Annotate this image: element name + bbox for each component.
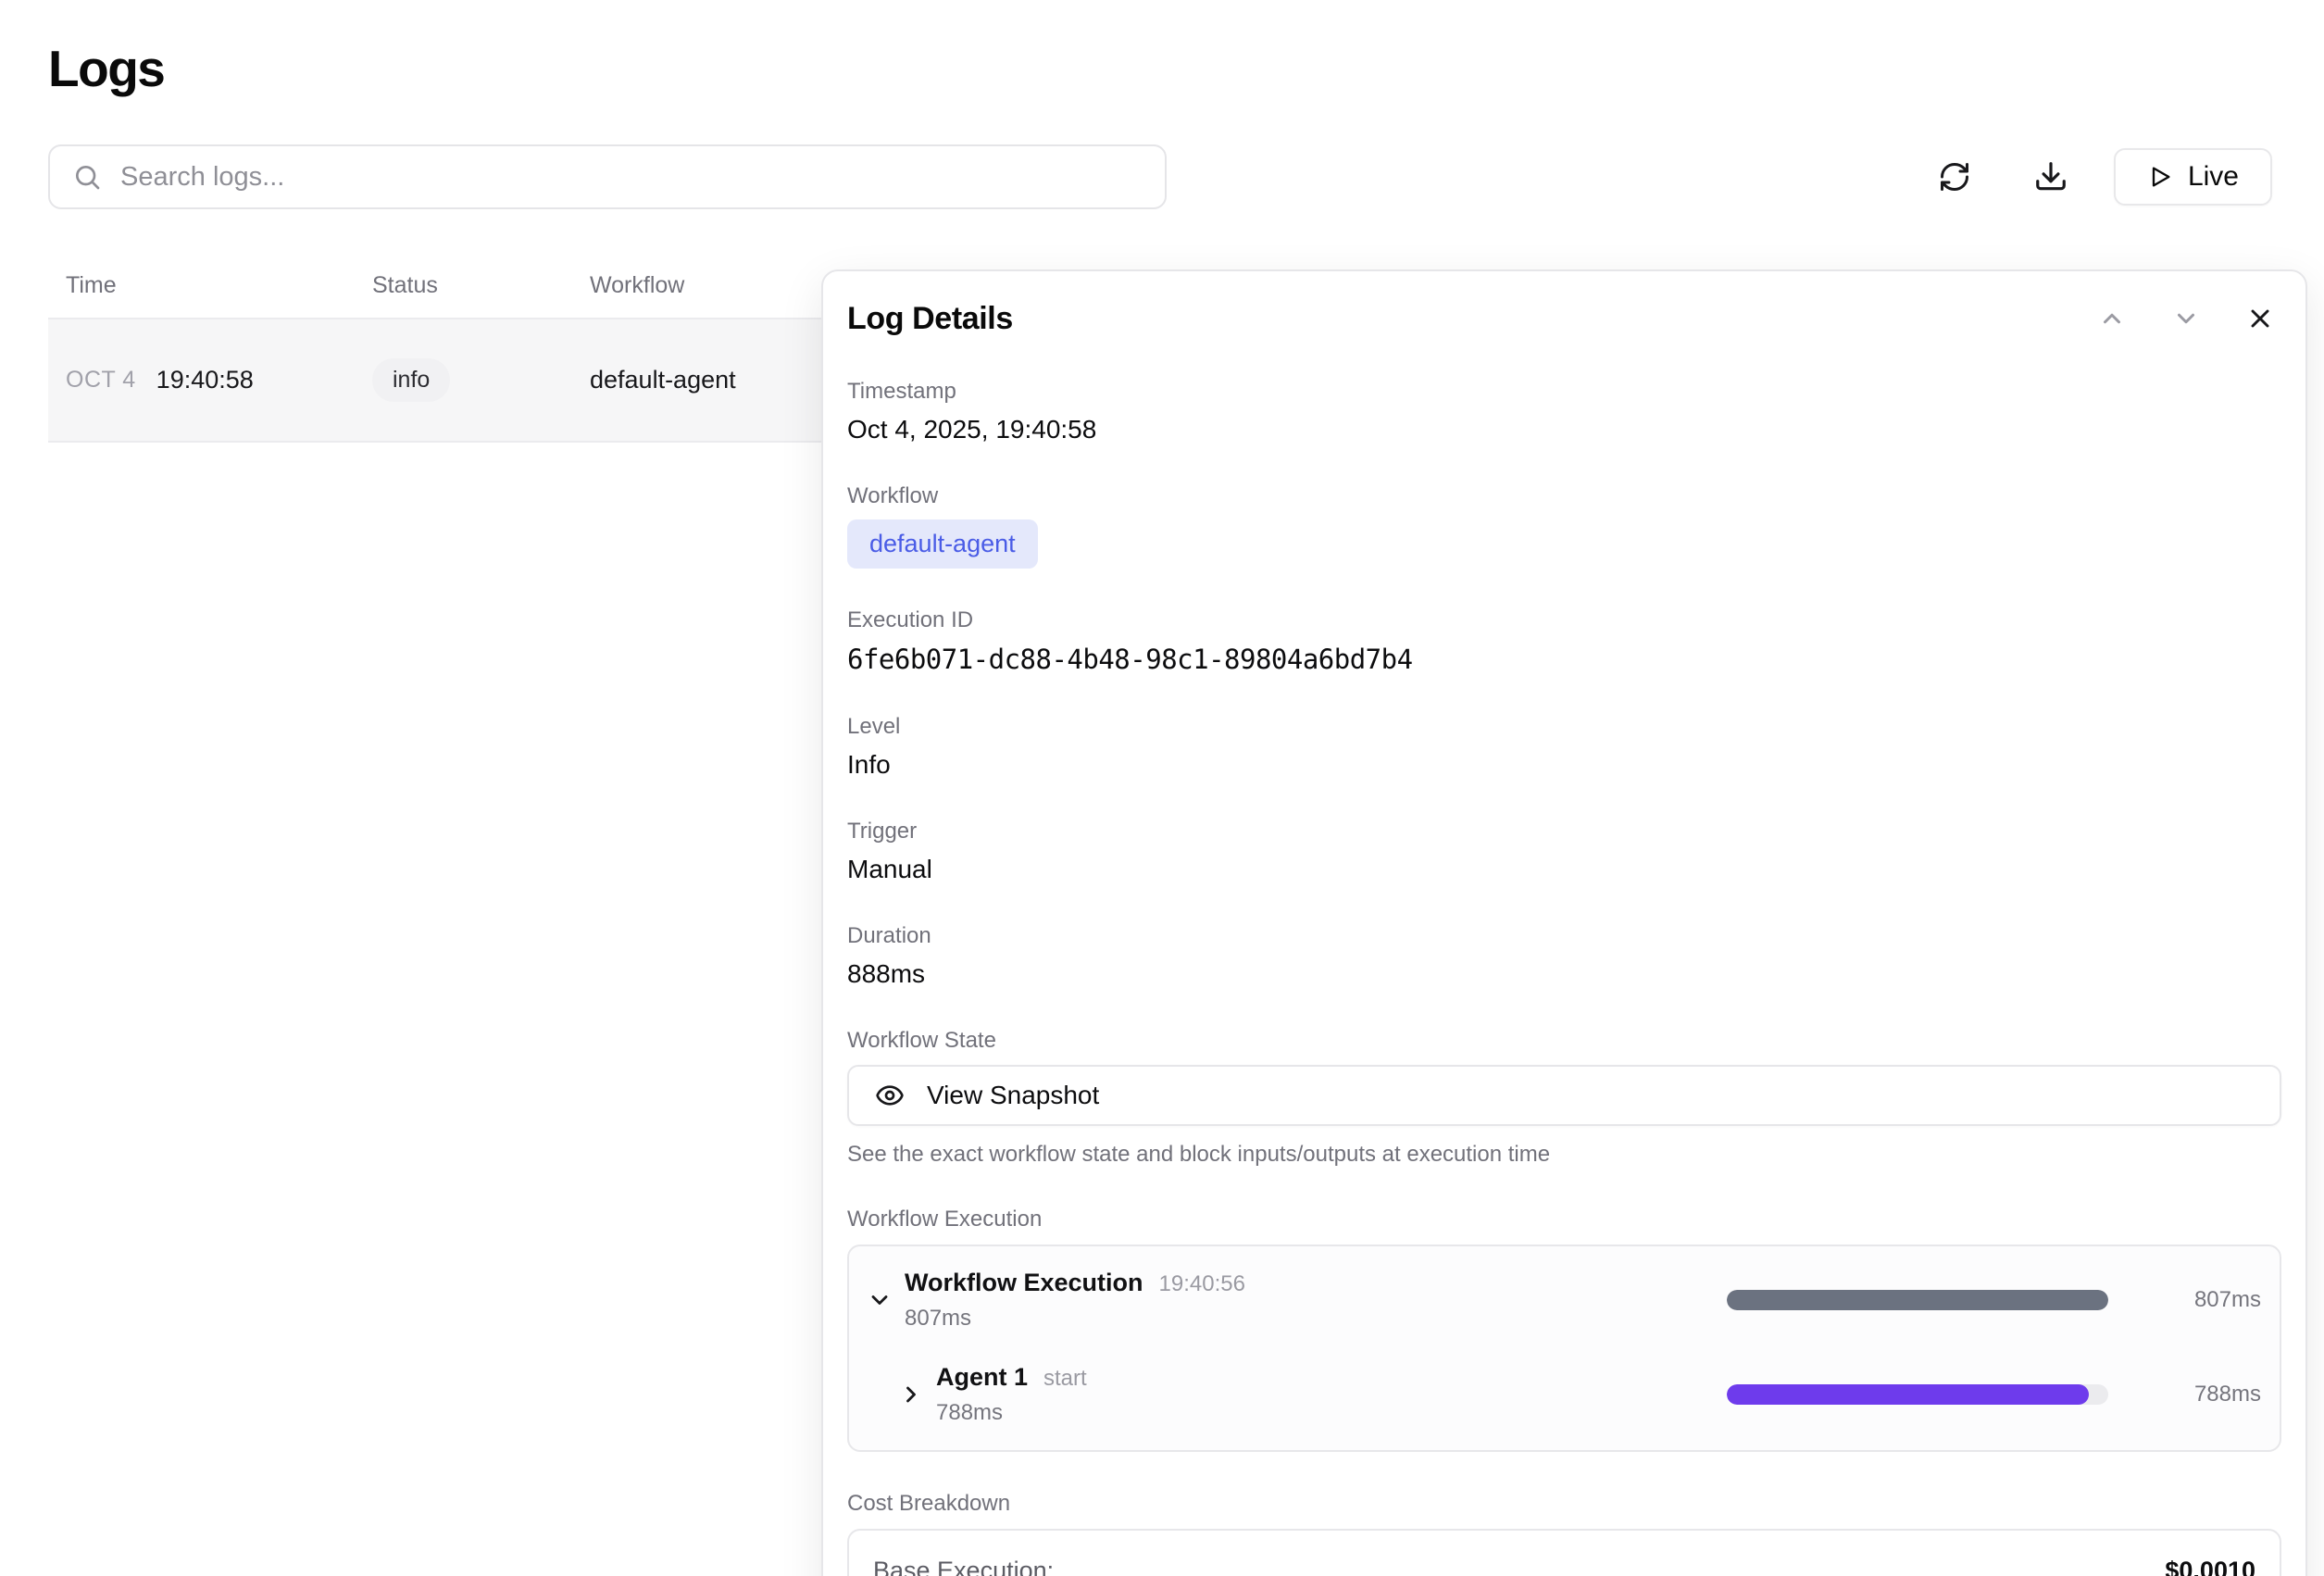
chevron-right-icon[interactable] — [895, 1379, 927, 1410]
span-duration-right: 788ms — [2108, 1382, 2261, 1407]
refresh-button[interactable] — [1930, 153, 1979, 201]
next-log-button[interactable] — [2165, 297, 2207, 340]
span-duration: 807ms — [905, 1306, 1727, 1332]
toolbar-actions: Live — [1930, 148, 2272, 206]
span-duration-right: 807ms — [2108, 1287, 2261, 1313]
chevron-up-icon — [2098, 305, 2126, 332]
timestamp-label: Timestamp — [847, 379, 2281, 405]
previous-log-button[interactable] — [2091, 297, 2133, 340]
cost-breakdown-card: Base Execution: $0.0010 Model Input: $0.… — [847, 1529, 2281, 1576]
level-label: Level — [847, 714, 2281, 740]
close-icon — [2245, 304, 2275, 333]
workflow-execution-card: Workflow Execution 19:40:56 807ms 807ms — [847, 1245, 2281, 1452]
cost-row-label: Base Execution: — [873, 1557, 1054, 1576]
duration-value: 888ms — [847, 959, 2281, 989]
refresh-icon — [1938, 160, 1971, 194]
log-date: OCT 4 — [66, 367, 136, 394]
column-header-status: Status — [372, 272, 590, 299]
cost-row: Base Execution: $0.0010 — [873, 1557, 2255, 1576]
workflow-execution-label: Workflow Execution — [847, 1207, 2281, 1232]
span-timeline-bar — [1727, 1290, 2108, 1310]
execution-span-row[interactable]: Agent 1 start 788ms 788ms — [864, 1363, 2261, 1426]
trigger-label: Trigger — [847, 819, 2281, 844]
toolbar: Live — [48, 144, 2272, 209]
play-icon — [2147, 164, 2173, 190]
workflow-state-label: Workflow State — [847, 1028, 2281, 1054]
live-button[interactable]: Live — [2114, 148, 2272, 206]
panel-controls — [2091, 297, 2281, 340]
download-icon — [2033, 159, 2068, 194]
panel-header: Log Details — [847, 297, 2281, 340]
view-snapshot-button[interactable]: View Snapshot — [847, 1065, 2281, 1126]
page-title: Logs — [48, 39, 164, 98]
span-start-time: 19:40:56 — [1159, 1271, 1245, 1297]
span-name: Agent 1 — [936, 1363, 1028, 1392]
close-panel-button[interactable] — [2239, 297, 2281, 340]
span-name: Workflow Execution — [905, 1269, 1143, 1297]
workflow-state-caption: See the exact workflow state and block i… — [847, 1142, 2281, 1168]
log-time: 19:40:58 — [156, 366, 254, 394]
chevron-down-icon — [2172, 305, 2200, 332]
eye-icon — [875, 1081, 905, 1110]
span-timeline-track — [1727, 1290, 2108, 1310]
panel-title: Log Details — [847, 301, 1013, 337]
live-button-label: Live — [2188, 161, 2239, 193]
level-value: Info — [847, 750, 2281, 780]
duration-label: Duration — [847, 923, 2281, 949]
timestamp-value: Oct 4, 2025, 19:40:58 — [847, 415, 2281, 444]
workflow-badge[interactable]: default-agent — [847, 519, 1038, 569]
execution-id-label: Execution ID — [847, 607, 2281, 633]
span-duration: 788ms — [936, 1400, 1727, 1426]
download-button[interactable] — [2027, 153, 2075, 201]
chevron-down-icon[interactable] — [864, 1284, 895, 1316]
span-timeline-bar — [1727, 1384, 2089, 1405]
execution-id-value: 6fe6b071-dc88-4b48-98c1-89804a6bd7b4 — [847, 644, 2281, 675]
search-icon — [72, 162, 102, 192]
span-tag: start — [1043, 1366, 1087, 1392]
view-snapshot-label: View Snapshot — [927, 1081, 1099, 1110]
cost-row-value: $0.0010 — [2165, 1557, 2255, 1576]
status-badge: info — [372, 358, 450, 402]
search-input[interactable] — [120, 162, 1143, 193]
log-details-panel: Log Details — [821, 269, 2307, 1576]
cost-breakdown-label: Cost Breakdown — [847, 1491, 2281, 1517]
trigger-value: Manual — [847, 855, 2281, 884]
logs-page: Logs Live — [0, 0, 2324, 1576]
column-header-time: Time — [48, 272, 372, 299]
execution-span-row[interactable]: Workflow Execution 19:40:56 807ms 807ms — [864, 1269, 2261, 1332]
span-timeline-track — [1727, 1384, 2108, 1405]
workflow-label: Workflow — [847, 483, 2281, 509]
search-box[interactable] — [48, 144, 1167, 209]
